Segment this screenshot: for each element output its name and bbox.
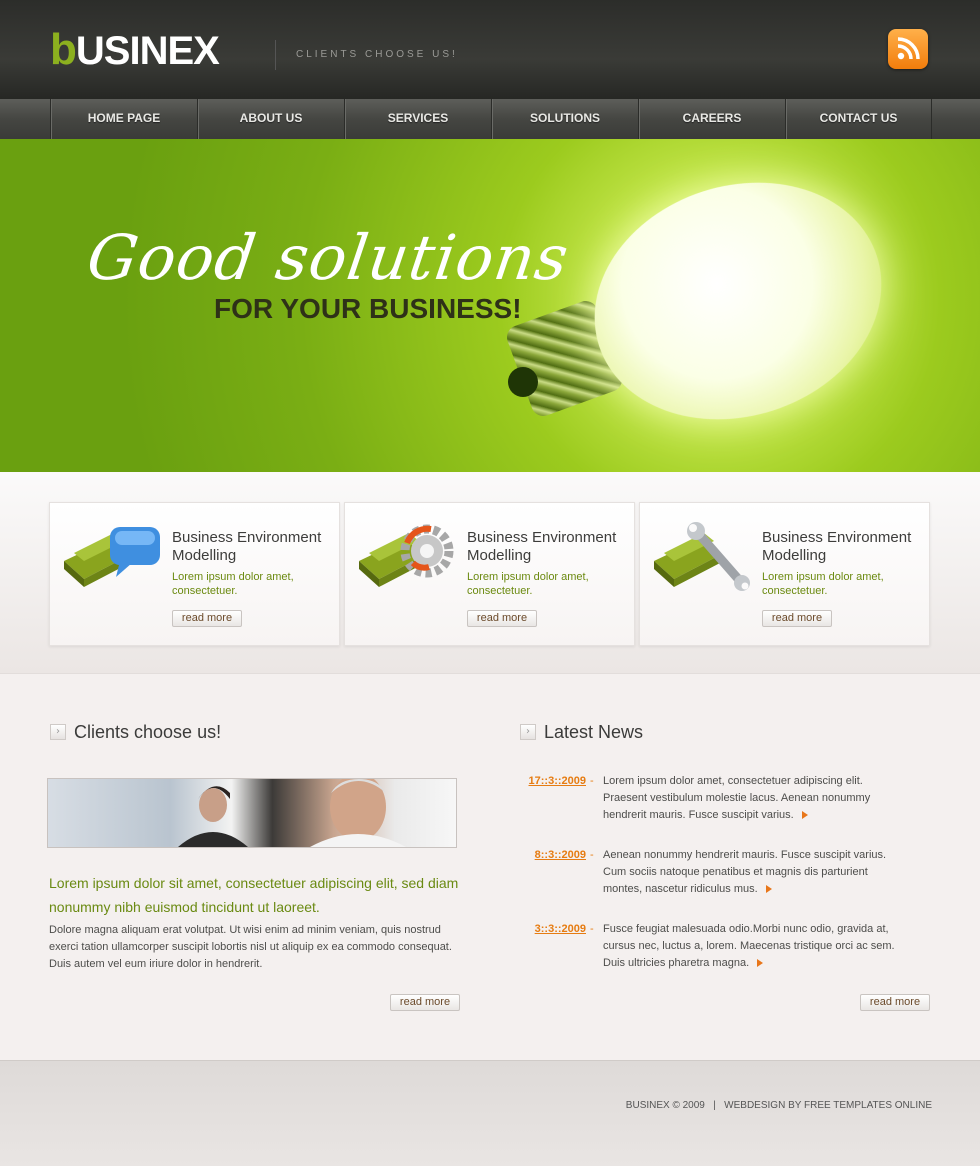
hero-banner: Good solutions FOR YOUR BUSINESS! [0,139,980,472]
news-date-link[interactable]: 17::3::2009 [518,773,586,790]
news-text: Fusce feugiat malesuada odio.Morbi nunc … [603,921,908,972]
read-more-button[interactable]: read more [467,610,537,627]
clients-lead-text: Lorem ipsum dolor sit amet, consectetuer… [49,875,459,915]
news-text: Lorem ipsum dolor amet, consectetuer adi… [603,773,908,824]
nav-item-home[interactable]: HOME PAGE [50,99,197,139]
news-dash: - [590,775,594,787]
site-footer: BUSINEX © 2009 | WEBDESIGN BY FREE TEMPL… [0,1060,980,1166]
tagline: CLIENTS CHOOSE US! [296,49,458,60]
footer-separator: | [713,1100,716,1111]
feature-title: Business Environment Modelling [762,529,912,564]
news-date-link[interactable]: 3::3::2009 [518,921,586,938]
banner-script-title: Good solutions [82,221,574,294]
business-people-image [47,773,457,848]
main-nav: HOME PAGE ABOUT US SERVICES SOLUTIONS CA… [0,99,980,139]
feature-card: Business Environment Modelling Lorem ips… [49,502,340,646]
gear-icon [355,521,459,595]
clients-body-text: Dolore magna aliquam erat volutpat. Ut w… [49,924,452,970]
lightbulb-image [563,146,913,456]
news-date-link[interactable]: 8::3::2009 [518,847,586,864]
read-more-button[interactable]: read more [762,610,832,627]
logo-letter-b: b [50,25,77,74]
news-dash: - [590,923,594,935]
wrench-icon [650,521,754,595]
news-item: 17::3::2009 - Lorem ipsum dolor amet, co… [518,773,930,833]
logo-divider [275,40,276,70]
footer-text: BUSINEX © 2009 | WEBDESIGN BY FREE TEMPL… [626,1099,932,1113]
speech-bubble-icon [60,521,164,595]
rss-icon[interactable] [888,29,928,69]
nav-item-solutions[interactable]: SOLUTIONS [491,99,638,139]
feature-text: Lorem ipsum dolor amet, consectetuer. [762,571,884,597]
nav-item-services[interactable]: SERVICES [344,99,491,139]
feature-card: Business Environment Modelling Lorem ips… [344,502,635,646]
lightbulb-tip [508,367,538,397]
footer-copyright: BUSINEX © 2009 [625,1100,705,1111]
read-more-button[interactable]: read more [172,610,242,627]
site-header: bUSINEX CLIENTS CHOOSE US! [0,0,980,99]
news-text: Aenean nonummy hendrerit mauris. Fusce s… [603,847,908,898]
feature-text: Lorem ipsum dolor amet, consectetuer. [172,571,294,597]
nav-item-contact[interactable]: CONTACT US [785,99,932,139]
news-item: 3::3::2009 - Fusce feugiat malesuada odi… [518,921,930,981]
news-read-more-button[interactable]: read more [860,994,930,1011]
arrow-right-icon[interactable] [801,811,808,820]
clients-read-more-button[interactable]: read more [390,994,460,1011]
nav-item-careers[interactable]: CAREERS [638,99,785,139]
site-logo[interactable]: bUSINEX [50,28,220,73]
feature-card: Business Environment Modelling Lorem ips… [639,502,930,646]
news-dash: - [590,849,594,861]
footer-credit-link[interactable]: WEBDESIGN BY FREE TEMPLATES ONLINE [724,1100,932,1111]
feature-title: Business Environment Modelling [172,529,322,564]
main-content: › Clients choose us! Lorem ipsum dolor s… [0,675,980,1060]
chevron-right-icon: › [50,724,66,740]
news-text-content: Fusce feugiat malesuada odio.Morbi nunc … [603,923,895,969]
arrow-right-icon[interactable] [765,885,772,894]
feature-title: Business Environment Modelling [467,529,617,564]
news-section-title: Latest News [544,722,644,742]
logo-text: USINEX [75,29,220,73]
clients-section-title: Clients choose us! [74,722,222,742]
banner-subtitle: FOR YOUR BUSINESS! [214,293,522,324]
news-text-content: Aenean nonummy hendrerit mauris. Fusce s… [603,849,887,895]
feature-text: Lorem ipsum dolor amet, consectetuer. [467,571,589,597]
features-section: Business Environment Modelling Lorem ips… [0,472,980,674]
news-item: 8::3::2009 - Aenean nonummy hendrerit ma… [518,847,930,907]
chevron-right-icon: › [520,724,536,740]
arrow-right-icon[interactable] [757,959,764,968]
nav-item-about[interactable]: ABOUT US [197,99,344,139]
news-text-content: Lorem ipsum dolor amet, consectetuer adi… [603,775,871,821]
